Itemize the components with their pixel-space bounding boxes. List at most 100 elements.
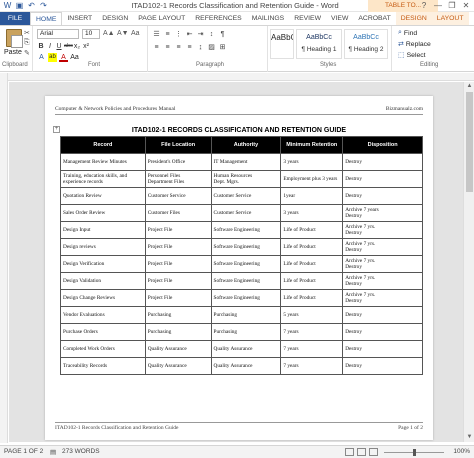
- restore-icon[interactable]: ❐: [446, 0, 458, 11]
- strikethrough-button[interactable]: abc: [64, 42, 73, 51]
- cell-authority[interactable]: Purchasing: [210, 306, 282, 324]
- cell-file-location[interactable]: Quality Assurance: [144, 357, 212, 375]
- document-page[interactable]: Computer & Network Policies and Procedur…: [45, 96, 433, 440]
- replace-button[interactable]: ⇄ Replace: [398, 40, 431, 49]
- cell-authority[interactable]: Customer Service: [210, 204, 282, 222]
- cell-file-location[interactable]: Personnel Files Department Files: [144, 170, 212, 188]
- cell-record[interactable]: Design Input: [60, 221, 146, 239]
- cell-file-location[interactable]: Purchasing: [144, 306, 212, 324]
- increase-indent-icon[interactable]: ⇥: [196, 30, 205, 39]
- cell-minimum-retention[interactable]: Life of Product: [280, 238, 344, 256]
- cell-authority[interactable]: Quality Assurance: [210, 340, 282, 358]
- cell-minimum-retention[interactable]: Employment plus 3 years: [280, 170, 344, 188]
- page-count[interactable]: PAGE 1 OF 2: [4, 448, 43, 455]
- cell-file-location[interactable]: Project File: [144, 289, 212, 307]
- read-mode-icon[interactable]: [345, 448, 354, 456]
- cell-record[interactable]: Sales Order Review: [60, 204, 146, 222]
- show-marks-icon[interactable]: ¶: [218, 30, 227, 39]
- scroll-up-icon[interactable]: ▲: [464, 82, 474, 91]
- cell-minimum-retention[interactable]: Life of Product: [280, 255, 344, 273]
- borders-icon[interactable]: ⊞: [218, 43, 227, 52]
- minimize-icon[interactable]: —: [432, 0, 444, 11]
- tab-table-layout[interactable]: LAYOUT: [431, 12, 469, 25]
- cell-file-location[interactable]: Project File: [144, 255, 212, 273]
- close-icon[interactable]: ✕: [460, 0, 472, 11]
- shrink-font-icon[interactable]: A▼: [117, 30, 129, 37]
- find-button[interactable]: ⌕ Find: [398, 29, 417, 37]
- cell-file-location[interactable]: Customer Service: [144, 187, 212, 205]
- style-normal[interactable]: AaBbCc: [270, 29, 294, 59]
- text-effects-button[interactable]: A: [37, 53, 46, 62]
- cell-disposition[interactable]: Destroy: [342, 357, 423, 375]
- cell-record[interactable]: Design Verification: [60, 255, 146, 273]
- cell-record[interactable]: Management Review Minutes: [60, 153, 146, 171]
- cell-authority[interactable]: Customer Service: [210, 187, 282, 205]
- underline-button[interactable]: U: [55, 42, 63, 51]
- italic-button[interactable]: I: [46, 42, 54, 51]
- save-icon[interactable]: ▣: [15, 1, 24, 10]
- cell-authority[interactable]: Software Engineering: [210, 272, 282, 290]
- multilevel-icon[interactable]: ⋮: [174, 30, 183, 39]
- web-layout-icon[interactable]: [369, 448, 378, 456]
- tab-view[interactable]: VIEW: [326, 12, 353, 25]
- cell-disposition[interactable]: Archive 7 yrs. Destroy: [342, 272, 423, 290]
- cell-disposition[interactable]: Destroy: [342, 170, 423, 188]
- tab-references[interactable]: REFERENCES: [190, 12, 246, 25]
- cell-record[interactable]: Design reviews: [60, 238, 146, 256]
- tab-review[interactable]: REVIEW: [289, 12, 326, 25]
- scroll-thumb[interactable]: [466, 92, 473, 192]
- cell-disposition[interactable]: Destroy: [342, 306, 423, 324]
- style-heading-1[interactable]: AaBbCc ¶ Heading 1: [296, 29, 342, 59]
- print-layout-icon[interactable]: [357, 448, 366, 456]
- superscript-button[interactable]: x²: [82, 42, 90, 51]
- justify-icon[interactable]: ≡: [185, 43, 194, 52]
- cell-file-location[interactable]: Project File: [144, 221, 212, 239]
- align-right-icon[interactable]: ≡: [174, 43, 183, 52]
- font-size-select[interactable]: 10: [82, 29, 100, 39]
- font-color-button[interactable]: A: [59, 53, 68, 62]
- cut-icon[interactable]: ✂: [24, 29, 30, 37]
- select-button[interactable]: ⬚ Select: [398, 51, 426, 60]
- highlight-button[interactable]: ab: [48, 53, 57, 62]
- copy-icon[interactable]: ⎘: [24, 39, 30, 47]
- cell-authority[interactable]: Software Engineering: [210, 238, 282, 256]
- cell-minimum-retention[interactable]: Life of Product: [280, 289, 344, 307]
- cell-disposition[interactable]: Archive 7 yrs. Destroy: [342, 238, 423, 256]
- tab-insert[interactable]: INSERT: [62, 12, 97, 25]
- cell-authority[interactable]: Human Resources Dept. Mgrs.: [210, 170, 282, 188]
- cell-disposition[interactable]: Destroy: [342, 340, 423, 358]
- tab-home[interactable]: HOME: [30, 12, 63, 25]
- cell-record[interactable]: Design Change Reviews: [60, 289, 146, 307]
- undo-icon[interactable]: ↶: [27, 1, 36, 10]
- align-left-icon[interactable]: ≡: [152, 43, 161, 52]
- cell-authority[interactable]: Software Engineering: [210, 289, 282, 307]
- cell-disposition[interactable]: Destroy: [342, 187, 423, 205]
- cell-record[interactable]: Quotation Review: [60, 187, 146, 205]
- help-icon[interactable]: ?: [418, 0, 430, 11]
- numbering-icon[interactable]: ≡: [163, 30, 172, 39]
- bold-button[interactable]: B: [37, 42, 45, 51]
- vertical-scrollbar[interactable]: ▲ ▼: [463, 82, 474, 442]
- bullets-icon[interactable]: ☰: [152, 30, 161, 39]
- cell-authority[interactable]: Purchasing: [210, 323, 282, 341]
- vertical-ruler[interactable]: [0, 73, 8, 443]
- word-count[interactable]: 273 WORDS: [62, 448, 100, 455]
- line-spacing-icon[interactable]: ↨: [196, 43, 205, 52]
- cell-disposition[interactable]: Archive 7 yrs. Destroy: [342, 289, 423, 307]
- cell-disposition[interactable]: Archive 7 yrs. Destroy: [342, 221, 423, 239]
- cell-minimum-retention[interactable]: Life of Product: [280, 272, 344, 290]
- change-case-icon[interactable]: Aa: [131, 30, 140, 37]
- tab-table-design[interactable]: DESIGN: [395, 12, 432, 25]
- zoom-level[interactable]: 100%: [453, 448, 470, 455]
- cell-minimum-retention[interactable]: 7 years: [280, 357, 344, 375]
- cell-authority[interactable]: Quality Assurance: [210, 357, 282, 375]
- cell-record[interactable]: Traceability Records: [60, 357, 146, 375]
- font-name-select[interactable]: Arial: [37, 29, 79, 39]
- paste-icon[interactable]: [6, 29, 23, 48]
- cell-minimum-retention[interactable]: 3 years: [280, 204, 344, 222]
- sort-icon[interactable]: ↕: [207, 30, 216, 39]
- cell-disposition[interactable]: Archive 7 yrs. Destroy: [342, 255, 423, 273]
- cell-disposition[interactable]: Destroy: [342, 323, 423, 341]
- redo-icon[interactable]: ↷: [39, 1, 48, 10]
- scroll-down-icon[interactable]: ▼: [464, 433, 474, 442]
